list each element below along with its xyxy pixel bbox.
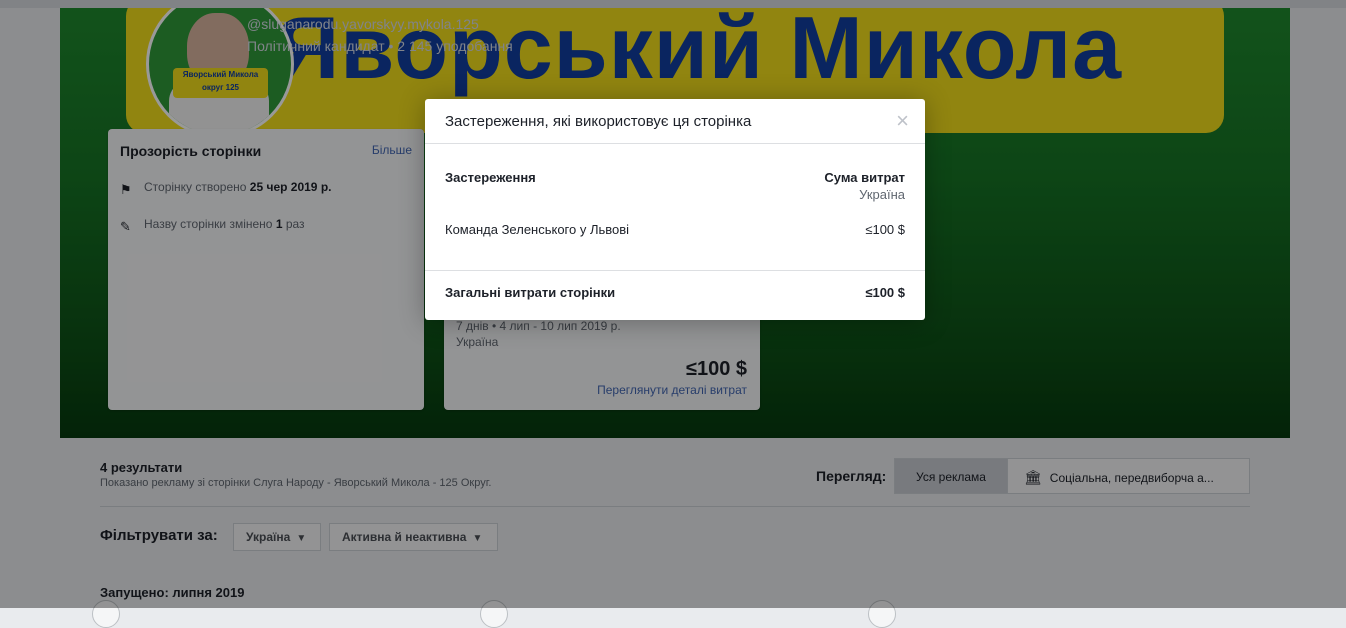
dialog-title: Застереження, які використовує ця сторін… xyxy=(445,113,752,130)
disclaimers-dialog: Застереження, які використовує ця сторін… xyxy=(425,99,925,320)
dialog-divider xyxy=(425,143,925,144)
disclaimer-spend: ≤100 $ xyxy=(865,222,905,237)
total-spend-label: Загальні витрати сторінки xyxy=(445,285,616,300)
disclaimer-name: Команда Зеленського у Львові xyxy=(445,222,630,237)
spend-column-header: Сума витрат xyxy=(824,170,905,185)
disclaimer-column-header: Застереження xyxy=(445,170,536,185)
dialog-divider xyxy=(425,270,925,271)
total-spend-value: ≤100 $ xyxy=(865,285,905,300)
spend-column-region: Україна xyxy=(859,187,905,202)
close-icon[interactable]: × xyxy=(896,109,909,133)
